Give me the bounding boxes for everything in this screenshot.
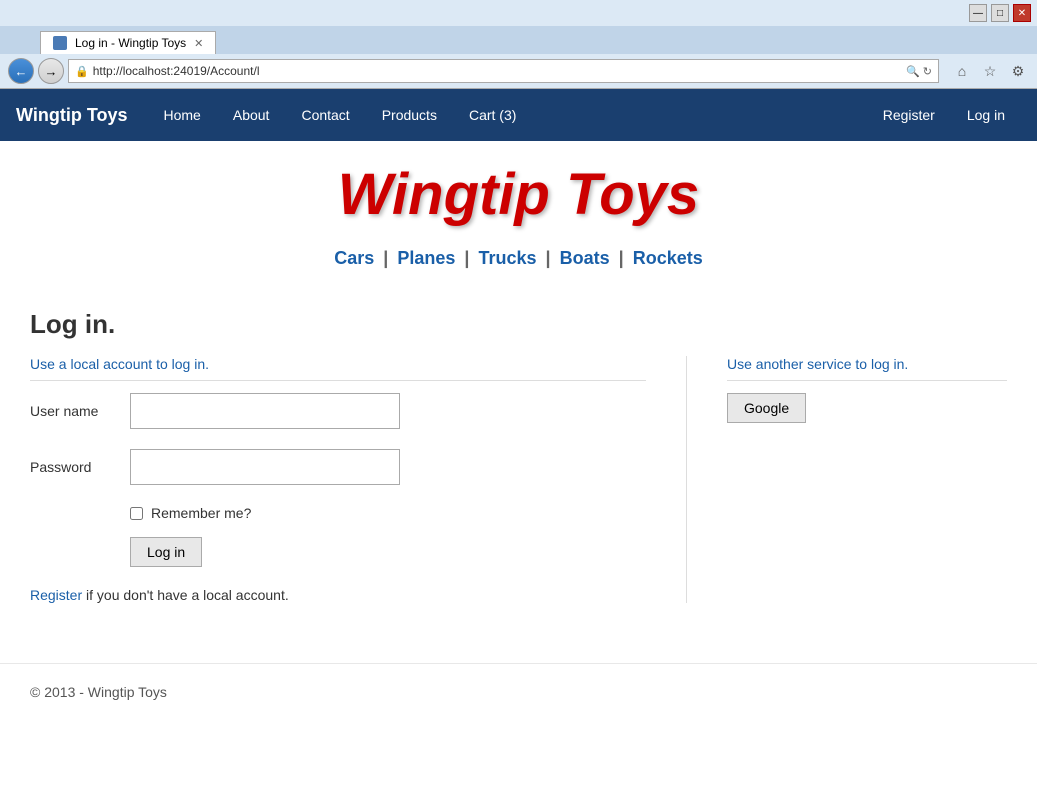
- address-bar: ← → 🔒 http://localhost:24019/Account/l 🔍…: [0, 54, 1037, 88]
- navbar: Wingtip Toys Home About Contact Products…: [0, 89, 1037, 141]
- username-label: User name: [30, 403, 130, 419]
- url-security-icon: 🔒: [75, 65, 89, 78]
- nav-login[interactable]: Log in: [951, 89, 1021, 141]
- password-input[interactable]: [130, 449, 400, 485]
- tab-close-button[interactable]: ✕: [194, 37, 203, 50]
- category-sep-3: |: [546, 248, 551, 268]
- nav-products[interactable]: Products: [366, 89, 453, 141]
- password-field-group: Password: [30, 449, 646, 485]
- back-button[interactable]: ←: [8, 58, 34, 84]
- other-section-title: Use another service to log in.: [727, 356, 1007, 381]
- settings-icon[interactable]: ⚙: [1007, 60, 1029, 82]
- external-login-section: Use another service to log in. Google: [687, 356, 1007, 603]
- favorites-icon[interactable]: ☆: [979, 60, 1001, 82]
- password-label: Password: [30, 459, 130, 475]
- category-cars[interactable]: Cars: [334, 248, 374, 268]
- category-sep-2: |: [464, 248, 469, 268]
- main-content: Log in. Use a local account to log in. U…: [0, 289, 1037, 623]
- minimize-button[interactable]: —: [969, 4, 987, 22]
- category-sep-4: |: [619, 248, 624, 268]
- browser-toolbar-icons: ⌂ ☆ ⚙: [951, 60, 1029, 82]
- forward-button[interactable]: →: [38, 58, 64, 84]
- register-prompt-text: if you don't have a local account.: [86, 587, 289, 603]
- login-heading: Log in.: [30, 309, 1007, 340]
- local-section-title: Use a local account to log in.: [30, 356, 646, 381]
- login-layout: Use a local account to log in. User name…: [30, 356, 1007, 603]
- username-input[interactable]: [130, 393, 400, 429]
- title-bar: — □ ✕: [0, 0, 1037, 26]
- maximize-button[interactable]: □: [991, 4, 1009, 22]
- navbar-brand[interactable]: Wingtip Toys: [16, 105, 128, 126]
- tab-bar: Log in - Wingtip Toys ✕: [0, 26, 1037, 54]
- nav-register[interactable]: Register: [867, 89, 951, 141]
- nav-contact[interactable]: Contact: [285, 89, 365, 141]
- close-button[interactable]: ✕: [1013, 4, 1031, 22]
- url-bar[interactable]: 🔒 http://localhost:24019/Account/l 🔍 ↻: [68, 59, 939, 83]
- nav-cart[interactable]: Cart (3): [453, 89, 532, 141]
- navbar-right: Register Log in: [867, 89, 1021, 141]
- url-text: http://localhost:24019/Account/l: [93, 64, 902, 78]
- category-sep-1: |: [383, 248, 388, 268]
- category-trucks[interactable]: Trucks: [478, 248, 536, 268]
- site-title: Wingtip Toys: [0, 161, 1037, 228]
- nav-home[interactable]: Home: [148, 89, 217, 141]
- local-login-section: Use a local account to log in. User name…: [30, 356, 687, 603]
- navbar-nav: Home About Contact Products Cart (3): [148, 89, 867, 141]
- register-link[interactable]: Register: [30, 587, 82, 603]
- category-nav: Cars | Planes | Trucks | Boats | Rockets: [0, 238, 1037, 289]
- url-refresh-button[interactable]: ↻: [923, 65, 932, 78]
- browser-tab[interactable]: Log in - Wingtip Toys ✕: [40, 31, 216, 54]
- footer-text: © 2013 - Wingtip Toys: [30, 684, 167, 700]
- google-login-button[interactable]: Google: [727, 393, 806, 423]
- category-planes[interactable]: Planes: [397, 248, 455, 268]
- username-field-group: User name: [30, 393, 646, 429]
- remember-me-label: Remember me?: [151, 505, 251, 521]
- remember-me-checkbox[interactable]: [130, 507, 143, 520]
- url-search-icon[interactable]: 🔍: [906, 65, 920, 78]
- tab-favicon: [53, 36, 67, 50]
- url-actions: 🔍 ↻: [906, 65, 932, 78]
- new-tab-area: [216, 26, 256, 54]
- site-header: Wingtip Toys: [0, 141, 1037, 238]
- webpage-content: Wingtip Toys Home About Contact Products…: [0, 89, 1037, 796]
- category-rockets[interactable]: Rockets: [633, 248, 703, 268]
- tab-label: Log in - Wingtip Toys: [75, 36, 186, 50]
- home-icon[interactable]: ⌂: [951, 60, 973, 82]
- register-prompt: Register if you don't have a local accou…: [30, 587, 646, 603]
- nav-about[interactable]: About: [217, 89, 286, 141]
- category-boats[interactable]: Boats: [560, 248, 610, 268]
- site-footer: © 2013 - Wingtip Toys: [0, 663, 1037, 720]
- login-button[interactable]: Log in: [130, 537, 202, 567]
- remember-me-group: Remember me?: [130, 505, 646, 521]
- browser-chrome: — □ ✕ Log in - Wingtip Toys ✕ ← → 🔒 http…: [0, 0, 1037, 89]
